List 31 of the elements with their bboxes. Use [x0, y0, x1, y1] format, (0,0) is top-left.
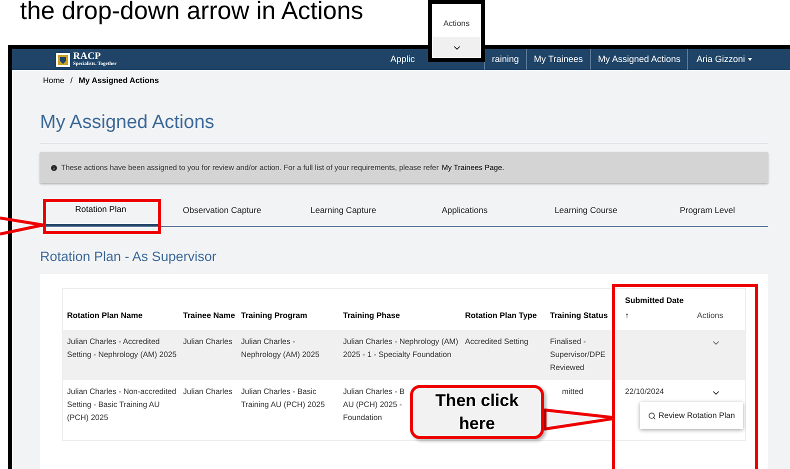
tab[interactable]: Program Level — [646, 195, 768, 226]
column-header[interactable]: Submitted Date — [625, 295, 707, 308]
tab[interactable]: Observation Capture — [161, 195, 283, 226]
inset-header: Actions — [442, 18, 471, 30]
info-icon — [50, 164, 58, 172]
tab[interactable]: Learning Course — [525, 195, 647, 226]
breadcrumb-separator: / — [70, 75, 73, 87]
logo-name: RACP — [73, 52, 101, 62]
breadcrumb-current: My Assigned Actions — [78, 75, 159, 87]
crest-icon — [56, 52, 70, 66]
nav-link[interactable]: My Trainees — [526, 49, 590, 70]
search-icon — [648, 412, 656, 420]
tab[interactable]: Applications — [404, 195, 526, 226]
column-header: Actions — [697, 310, 724, 322]
page-title: My Assigned Actions — [40, 111, 768, 144]
column-header: Training Status — [550, 310, 609, 322]
nav-link[interactable]: My Assigned Actions — [590, 49, 688, 70]
section-title: Rotation Plan - As Supervisor — [40, 248, 218, 266]
user-menu[interactable]: Aria Gizzoni — [687, 49, 760, 70]
tab[interactable]: Rotation Plan — [40, 195, 162, 226]
instruction-text: the drop-down arrow in Actions — [20, 0, 364, 26]
nav-link[interactable]: Applic — [383, 49, 422, 70]
column-header: Rotation Plan Type — [465, 310, 538, 322]
column-header: Rotation Plan Name — [67, 310, 144, 322]
review-rotation-plan-menu-item[interactable]: Review Rotation Plan — [640, 402, 743, 430]
column-header: Trainee Name — [183, 310, 236, 322]
tab[interactable]: Learning Capture — [282, 195, 404, 226]
column-header: Training Phase — [343, 310, 401, 322]
column-header: Training Program — [241, 310, 308, 322]
breadcrumb-link[interactable]: Home — [43, 75, 64, 87]
callout-text: Then click here — [434, 390, 520, 435]
